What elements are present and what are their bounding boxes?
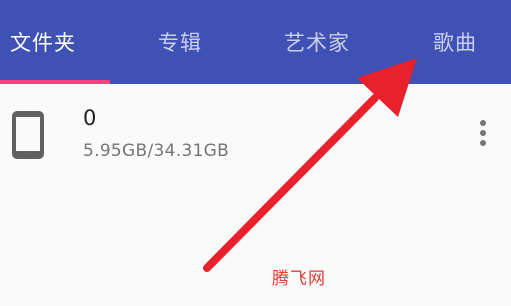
phone-icon (12, 111, 44, 159)
app-window: 文件夹 专辑 艺术家 歌曲 0 5.95GB/34.31GB 腾飞网 (0, 0, 511, 306)
more-vert-icon[interactable] (474, 118, 492, 148)
storage-list-item[interactable]: 0 5.95GB/34.31GB (0, 84, 511, 184)
tab-bar: 文件夹 专辑 艺术家 歌曲 (0, 0, 511, 84)
watermark-text: 腾飞网 (272, 269, 326, 289)
tab-songs[interactable]: 歌曲 (400, 0, 510, 84)
storage-usage: 5.95GB/34.31GB (83, 141, 230, 161)
tab-artists[interactable]: 艺术家 (262, 0, 372, 84)
tab-folders[interactable]: 文件夹 (0, 0, 98, 84)
storage-title: 0 (83, 106, 97, 130)
tab-albums[interactable]: 专辑 (125, 0, 235, 84)
